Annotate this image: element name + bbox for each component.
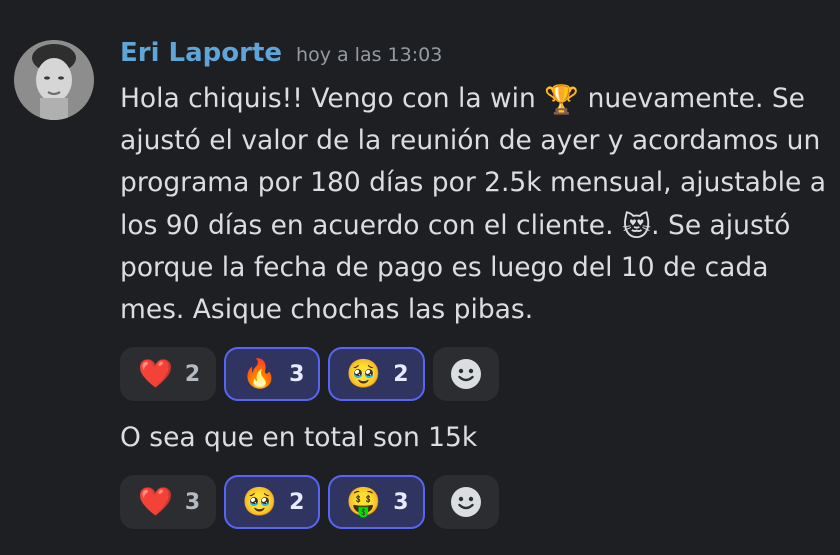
heart-emoji-icon: ❤️ xyxy=(138,485,173,518)
reaction-heart[interactable]: ❤️ 3 xyxy=(120,475,217,529)
timestamp: hoy a las 13:03 xyxy=(296,44,443,66)
reaction-count: 2 xyxy=(393,361,409,387)
username[interactable]: Eri Laporte xyxy=(120,38,282,68)
smiley-add-reaction-icon xyxy=(450,359,481,389)
reaction-money-mouth[interactable]: 🤑 3 xyxy=(328,475,425,529)
holding-back-tears-emoji-icon: 🥹 xyxy=(242,485,278,518)
heart-eyes-cat-emoji-icon: 😻 xyxy=(621,209,652,243)
reaction-count: 3 xyxy=(184,489,201,515)
fire-emoji-icon: 🔥 xyxy=(242,357,278,390)
reaction-count: 3 xyxy=(393,489,409,515)
chat-message-group: Eri Laporte hoy a las 13:03 Hola chiquis… xyxy=(0,0,840,555)
reaction-bar: ❤️ 2 🔥 3 🥹 2 xyxy=(120,347,499,401)
reaction-holding-back-tears[interactable]: 🥹 2 xyxy=(224,475,321,529)
user-avatar-icon xyxy=(14,40,94,120)
add-reaction-button[interactable] xyxy=(432,475,499,529)
money-mouth-emoji-icon: 🤑 xyxy=(346,485,382,518)
followup-message-text: O sea que en total son 15k xyxy=(120,422,478,453)
smiley-add-reaction-icon xyxy=(450,487,481,517)
reaction-heart[interactable]: ❤️ 2 xyxy=(120,347,217,401)
message-header: Eri Laporte hoy a las 13:03 xyxy=(120,38,442,68)
reaction-fire[interactable]: 🔥 3 xyxy=(224,347,321,401)
add-reaction-button[interactable] xyxy=(432,347,499,401)
trophy-emoji-icon: 🏆 xyxy=(544,83,580,116)
heart-emoji-icon: ❤️ xyxy=(138,357,173,390)
reaction-bar: ❤️ 3 🥹 2 🤑 3 xyxy=(120,475,499,529)
reaction-count: 2 xyxy=(184,361,201,387)
reaction-holding-back-tears[interactable]: 🥹 2 xyxy=(328,347,425,401)
reaction-count: 2 xyxy=(289,489,305,515)
holding-back-tears-emoji-icon: 🥹 xyxy=(346,357,382,390)
message-text-part: Hola chiquis!! Vengo con la win xyxy=(120,83,545,114)
message-text: Hola chiquis!! Vengo con la win 🏆 nuevam… xyxy=(120,78,832,331)
avatar[interactable] xyxy=(14,40,94,120)
reaction-count: 3 xyxy=(289,361,305,387)
